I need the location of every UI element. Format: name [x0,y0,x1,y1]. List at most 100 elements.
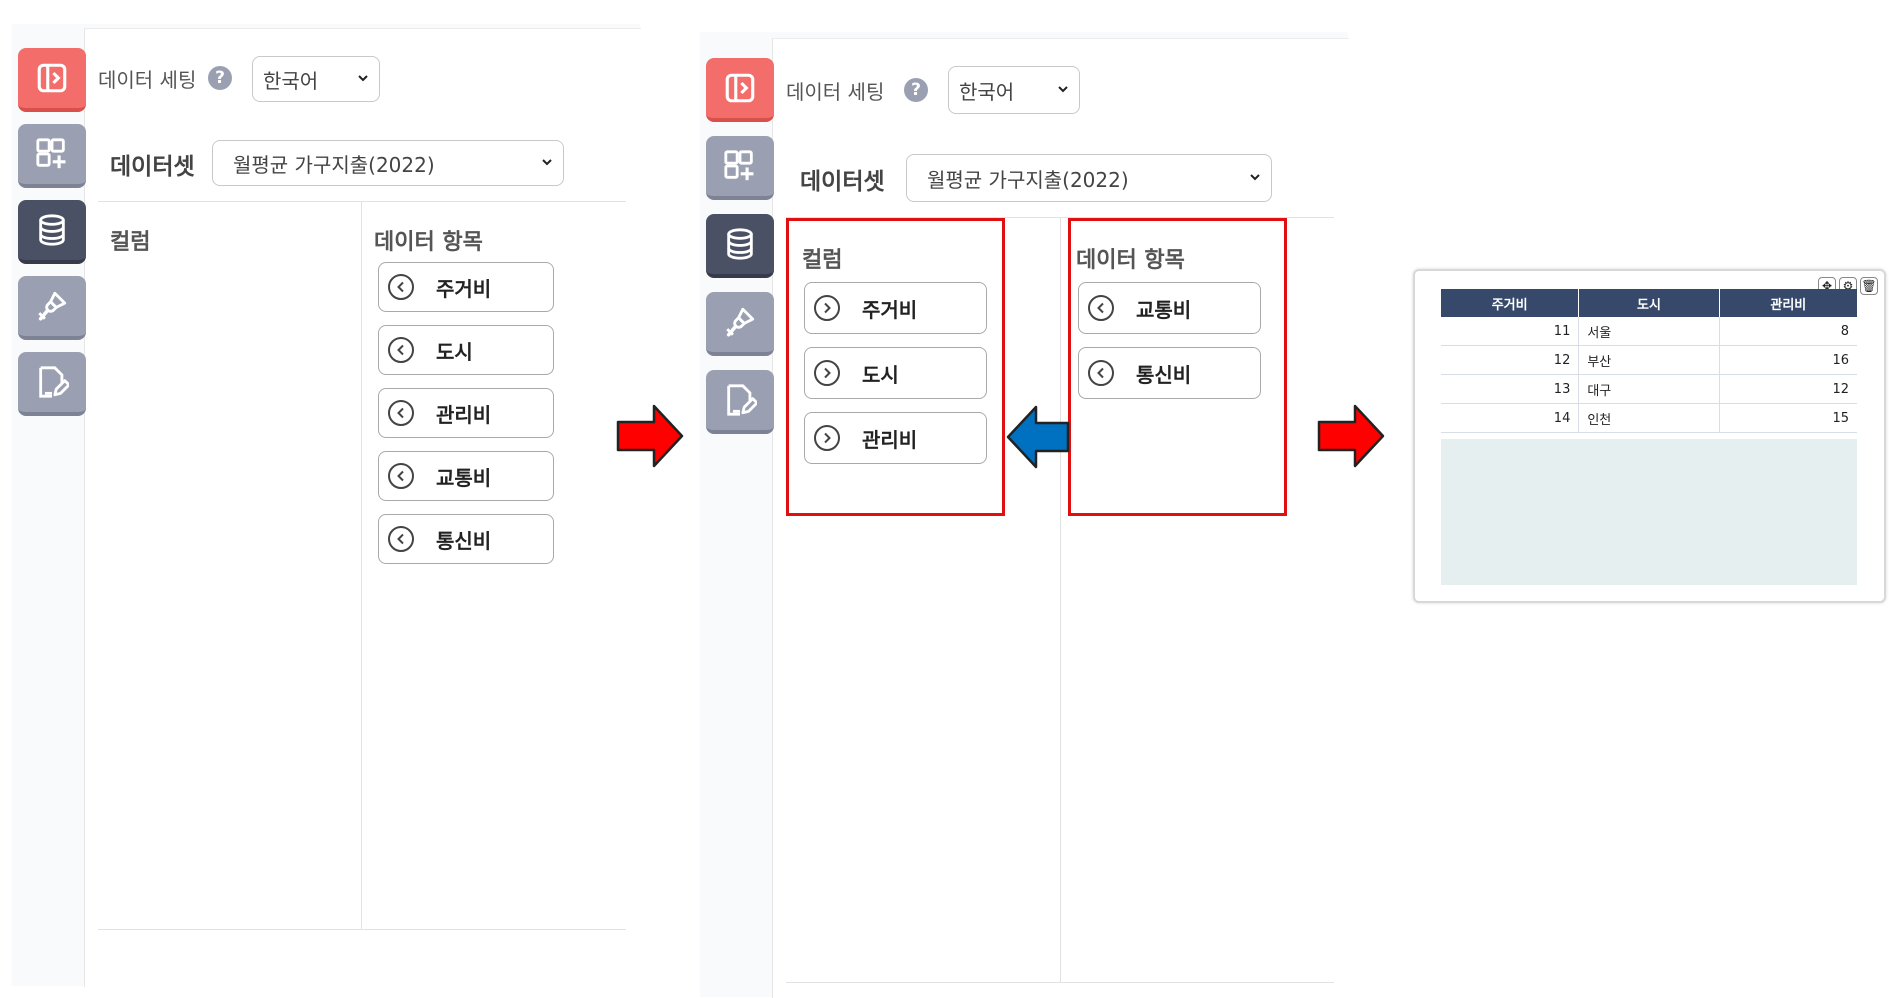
divider [98,929,626,930]
data-item-label: 관리비 [436,402,492,427]
data-item-button[interactable]: 교통비 [1078,282,1261,334]
table-cell: 15 [1719,403,1857,433]
sidebar-edit-button[interactable] [706,370,774,434]
table-row: 12 부산 16 [1441,345,1857,375]
column-header[interactable]: 도시 [1578,289,1720,317]
help-icon[interactable]: ? [904,78,928,102]
table-cell: 13 [1441,374,1580,404]
column-header[interactable]: 주거비 [1441,289,1580,317]
chevron-left-icon [388,337,414,363]
data-table: 주거비 도시 관리비 11 서울 8 12 부산 16 13 대구 12 14 … [1441,289,1857,433]
language-select-value: 한국어 [959,79,1015,104]
table-cell: 부산 [1578,345,1720,375]
data-item-button[interactable]: 주거비 [378,262,554,312]
table-cell: 인천 [1578,403,1720,433]
dataset-select[interactable]: 월평균 가구지출(2022) [212,140,564,186]
column-item-button[interactable]: 주거비 [804,282,987,334]
dataset-select-value: 월평균 가구지출(2022) [927,167,1129,192]
chevron-left-icon [1088,295,1114,321]
table-empty-area [1441,439,1857,585]
sidebar-data-button[interactable] [706,214,774,278]
data-item-button[interactable]: 교통비 [378,451,554,501]
panel-after: 데이터 세팅 ? 한국어 데이터셋 월평균 가구지출(2022) 컬럼 데이터 … [700,32,1349,998]
dataset-label: 데이터셋 [800,169,885,195]
chevron-down-icon [1057,83,1069,95]
red-arrow-icon [1317,404,1385,468]
chevron-right-icon [814,295,840,321]
sidebar-edit-button[interactable] [18,352,86,416]
database-icon [35,213,69,247]
column-list-title: 컬럼 [802,248,843,273]
chevron-down-icon [1249,171,1261,183]
sidebar-toggle-button[interactable] [706,58,774,122]
panel-before: 데이터 세팅 ? 한국어 데이터셋 월평균 가구지출(2022) 컬럼 데이터 … [12,24,641,987]
chevron-left-icon [388,463,414,489]
chevron-right-icon [814,425,840,451]
data-item-label: 교통비 [436,465,492,490]
table-cell: 14 [1441,403,1580,433]
table-cell: 11 [1441,317,1580,346]
data-item-button[interactable]: 통신비 [378,514,554,564]
data-item-button[interactable]: 관리비 [378,388,554,438]
trash-icon[interactable]: 🗑 [1860,277,1878,295]
sidebar-add-widget-button[interactable] [18,124,86,188]
data-item-button[interactable]: 도시 [378,325,554,375]
blue-arrow-icon [1006,405,1070,469]
table-row: 13 대구 12 [1441,374,1857,404]
column-item-label: 주거비 [862,297,918,322]
divider [1060,217,1061,982]
column-item-button[interactable]: 도시 [804,347,987,399]
chevron-left-icon [1088,360,1114,386]
panel-toggle-icon [35,61,69,95]
column-list-title: 컬럼 [110,230,151,255]
table-cell: 대구 [1578,374,1720,404]
table-cell: 8 [1719,317,1857,346]
table-cell: 서울 [1578,317,1720,346]
table-cell: 16 [1719,345,1857,375]
sidebar-toggle-button[interactable] [18,48,86,112]
language-select[interactable]: 한국어 [252,56,380,102]
brush-icon [35,289,69,323]
table-header-row: 주거비 도시 관리비 [1441,289,1857,317]
column-item-button[interactable]: 관리비 [804,412,987,464]
add-widget-icon [723,149,757,183]
dataset-label: 데이터셋 [110,154,195,180]
dataset-select[interactable]: 월평균 가구지출(2022) [906,154,1272,202]
table-widget[interactable]: ✥ ⚙ 🗑 주거비 도시 관리비 11 서울 8 12 부산 16 13 대구 … [1413,269,1886,603]
divider [786,982,1334,983]
table-cell: 12 [1441,345,1580,375]
red-arrow-icon [616,404,684,468]
data-item-list-title: 데이터 항목 [1076,248,1185,273]
column-header[interactable]: 관리비 [1719,289,1857,317]
table-cell: 12 [1719,374,1857,404]
database-icon [723,227,757,261]
sidebar-add-widget-button[interactable] [706,136,774,200]
data-item-label: 주거비 [436,276,492,301]
help-icon[interactable]: ? [208,66,232,90]
chevron-left-icon [388,526,414,552]
sidebar-data-button[interactable] [18,200,86,264]
language-select[interactable]: 한국어 [948,66,1080,114]
add-widget-icon [35,137,69,171]
table-row: 11 서울 8 [1441,317,1857,346]
data-item-label: 도시 [436,339,473,364]
data-setting-label: 데이터 세팅 [98,68,197,92]
sidebar-style-button[interactable] [18,276,86,340]
table-row: 14 인천 15 [1441,403,1857,433]
column-item-label: 도시 [862,362,899,387]
data-item-label: 통신비 [436,528,492,553]
data-item-button[interactable]: 통신비 [1078,347,1261,399]
language-select-value: 한국어 [263,68,319,93]
edit-document-icon [723,383,757,417]
chevron-left-icon [388,400,414,426]
divider [361,201,362,929]
data-item-label: 교통비 [1136,297,1192,322]
chevron-down-icon [357,72,369,84]
sidebar-style-button[interactable] [706,292,774,356]
chevron-down-icon [541,156,553,168]
data-setting-label: 데이터 세팅 [786,80,885,104]
edit-document-icon [35,365,69,399]
panel-toggle-icon [723,71,757,105]
data-item-list-title: 데이터 항목 [374,230,483,255]
brush-icon [723,305,757,339]
